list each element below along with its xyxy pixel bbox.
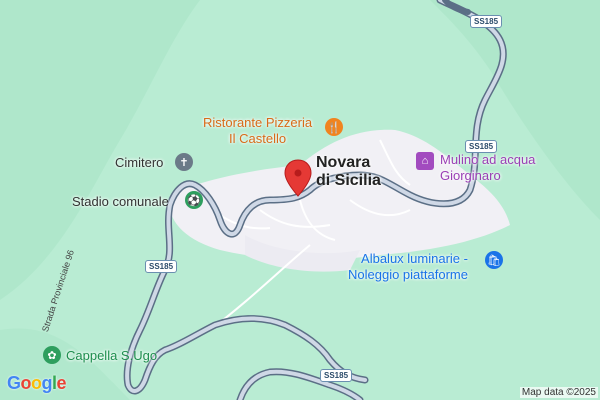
map-canvas[interactable]: Novara di Sicilia Ristorante Pizzeria Il… xyxy=(0,0,600,400)
urban-area xyxy=(169,129,510,260)
poi-cappella[interactable]: Cappella S.Ugo xyxy=(66,348,157,364)
map-attribution[interactable]: Map data ©2025 xyxy=(519,387,598,398)
town-label[interactable]: Novara di Sicilia xyxy=(316,154,381,190)
poi-albalux-line2: Noleggio piattaforme xyxy=(348,267,468,282)
town-name-line1: Novara xyxy=(316,154,371,171)
restaurant-icon[interactable]: 🍴 xyxy=(325,118,343,136)
road-shield-ss185: SS185 xyxy=(470,15,503,28)
poi-ristorante-line1: Ristorante Pizzeria xyxy=(203,115,313,130)
google-logo: Google xyxy=(7,373,67,393)
flower-icon[interactable]: ✿ xyxy=(43,346,61,364)
road-shield-ss185: SS185 xyxy=(465,140,498,153)
poi-mulino[interactable]: Mulino ad acqua Giorginaro xyxy=(440,152,535,184)
road-shield-ss185: SS185 xyxy=(320,369,353,382)
town-name-line2: di Sicilia xyxy=(316,172,381,189)
poi-ristorante[interactable]: Ristorante Pizzeria Il Castello xyxy=(203,115,312,147)
poi-ristorante-line2: Il Castello xyxy=(229,131,287,146)
poi-mulino-line1: Mulino ad acqua xyxy=(440,152,536,167)
cemetery-icon[interactable]: ✝ xyxy=(175,153,193,171)
poi-stadio[interactable]: Stadio comunale xyxy=(72,194,169,210)
poi-albalux[interactable]: Albalux luminarie - Noleggio piattaforme xyxy=(348,251,468,283)
shopping-bag-icon[interactable]: 🛍 xyxy=(485,251,503,269)
museum-icon[interactable]: ⌂ xyxy=(416,152,434,170)
road-shield-ss185: SS185 xyxy=(145,260,178,273)
poi-mulino-line2: Giorginaro xyxy=(440,168,501,183)
poi-cimitero[interactable]: Cimitero xyxy=(115,155,163,171)
poi-albalux-line1: Albalux luminarie - xyxy=(361,251,468,266)
stadium-icon[interactable]: ⚽ xyxy=(185,191,203,209)
